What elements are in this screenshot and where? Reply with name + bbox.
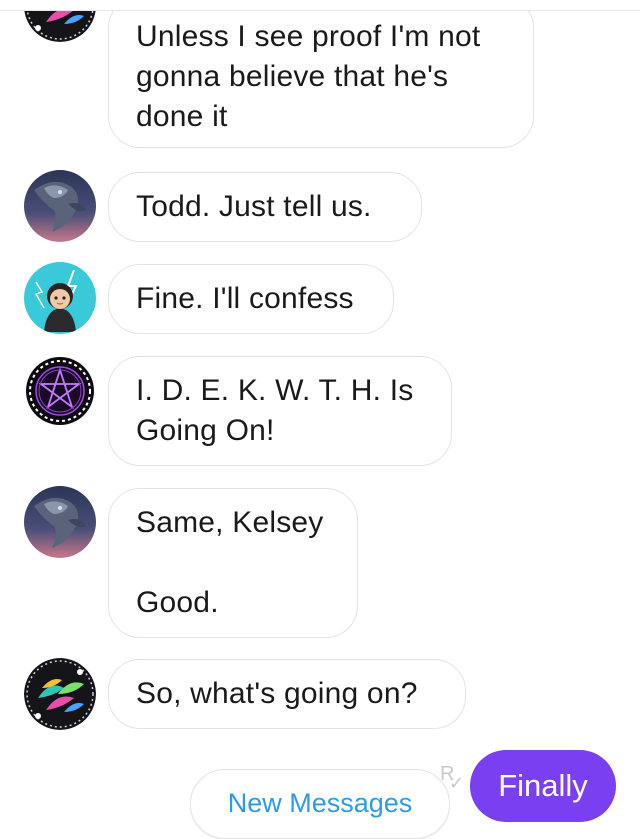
new-messages-button[interactable]: New Messages	[190, 769, 450, 839]
message-text-line: Todd. Just tell us.	[136, 190, 372, 223]
purple-pentagram-avatar-icon[interactable]	[24, 355, 96, 427]
message-bubble[interactable]: Todd. Just tell us.	[108, 172, 422, 242]
message-text-line: So, what's going on?	[136, 677, 418, 710]
message-text-line: Fine. I'll confess	[136, 282, 354, 315]
feather-pattern-avatar-icon[interactable]	[24, 658, 96, 730]
message-bubble[interactable]: Fine. I'll confess	[108, 264, 394, 334]
message-bubble[interactable]: So, what's going on?	[108, 659, 466, 729]
message-text-line: Going On!	[136, 414, 275, 447]
read-receipt-check: ✓	[449, 773, 465, 793]
message-text-line: Good.	[136, 586, 219, 619]
read-receipt-icon: R ✓	[440, 764, 464, 793]
dragon-avatar-icon[interactable]	[24, 170, 96, 242]
message-bubble[interactable]: Same, Kelsey Good.	[108, 488, 358, 638]
header-divider	[0, 0, 640, 11]
dragon-avatar-icon[interactable]	[24, 486, 96, 558]
message-text-line: gonna believe that he's	[136, 60, 449, 93]
message-text-line: Same, Kelsey	[136, 506, 324, 539]
cartoon-girl-lightning-avatar-icon[interactable]	[24, 262, 96, 334]
chat-thread[interactable]: Unless I see proof I'm not gonna believe…	[0, 0, 640, 839]
message-bubble[interactable]: Unless I see proof I'm not gonna believe…	[108, 0, 534, 148]
message-text-line: Unless I see proof I'm not	[136, 20, 481, 53]
message-text-line: done it	[136, 100, 228, 133]
message-bubble[interactable]: I. D. E. K. W. T. H. Is Going On!	[108, 356, 452, 466]
sent-message-bubble[interactable]: Finally	[470, 750, 616, 822]
message-text-line: I. D. E. K. W. T. H. Is	[136, 374, 414, 407]
